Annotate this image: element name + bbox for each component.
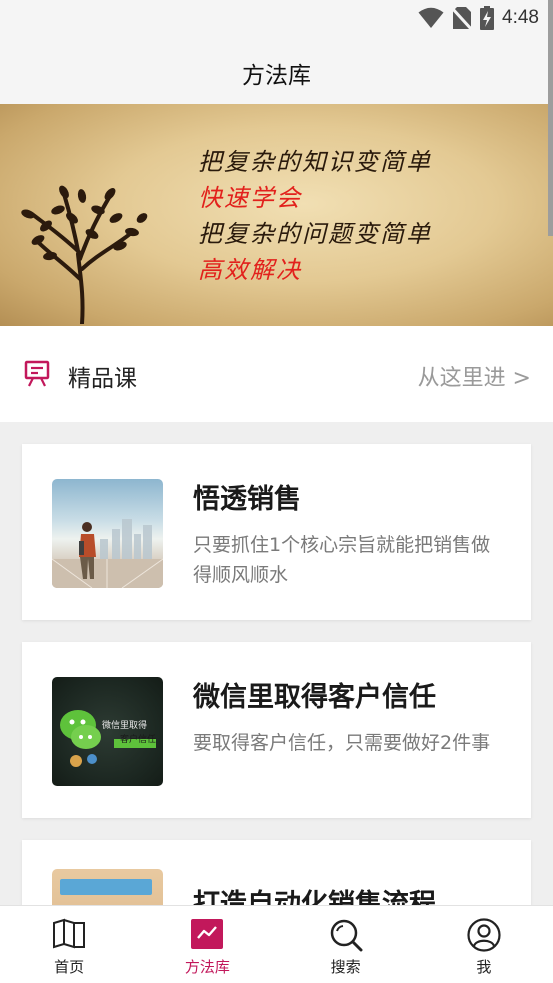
nav-method-library[interactable]: 方法库 xyxy=(138,906,276,983)
presentation-board-icon xyxy=(24,360,50,387)
businessman-city-thumbnail xyxy=(52,479,163,588)
thumb-caption-1: 微信里取得 xyxy=(102,721,148,731)
nav-label: 首页 xyxy=(54,958,85,976)
enter-link[interactable]: 从这里进 > xyxy=(418,360,531,392)
nav-label: 方法库 xyxy=(184,958,230,976)
thumb-caption-2: 客户信任 xyxy=(120,735,157,745)
no-sim-icon xyxy=(452,6,473,30)
wifi-icon xyxy=(418,7,444,28)
status-icons: 4:48 xyxy=(418,6,539,30)
banner-slogan: 把复杂的知识变简单 快速学会 把复杂的问题变简单 高效解决 xyxy=(198,144,432,288)
banner-line-3: 把复杂的问题变简单 xyxy=(198,220,432,248)
battery-charging-icon xyxy=(480,6,495,30)
nav-home[interactable]: 首页 xyxy=(0,906,138,983)
premium-course-section[interactable]: 精品课 从这里进 > xyxy=(0,326,553,422)
course-card[interactable]: 悟透销售 只要抓住1个核心宗旨就能把销售做得顺风顺水 xyxy=(22,444,531,620)
banner-line-4: 高效解决 xyxy=(198,256,302,284)
nav-search[interactable]: 搜索 xyxy=(277,906,415,983)
nav-label: 搜索 xyxy=(330,958,361,976)
banner[interactable]: 把复杂的知识变简单 快速学会 把复杂的问题变简单 高效解决 xyxy=(0,104,553,326)
course-card[interactable]: 微信里取得 客户信任 微信里取得客户信任 要取得客户信任，只需要做好2件事 xyxy=(22,642,531,818)
app-header: 方法库 xyxy=(0,38,553,104)
status-time: 4:48 xyxy=(502,7,539,28)
card-description: 要取得客户信任，只需要做好2件事 xyxy=(193,732,491,754)
book-icon xyxy=(53,918,86,949)
user-icon xyxy=(467,918,501,952)
scrollbar[interactable] xyxy=(548,0,553,236)
section-title: 精品课 xyxy=(68,366,137,392)
bottom-nav: 首页 方法库 搜索 我 xyxy=(0,905,553,983)
page-title: 方法库 xyxy=(242,63,311,89)
card-title: 微信里取得客户信任 xyxy=(193,682,436,713)
banner-line-1: 把复杂的知识变简单 xyxy=(198,148,432,176)
card-description: 只要抓住1个核心宗旨就能把销售做得顺风顺水 xyxy=(193,534,491,586)
nav-label: 我 xyxy=(476,958,492,976)
wechat-trust-thumbnail: 微信里取得 客户信任 xyxy=(52,677,163,786)
chart-line-icon xyxy=(191,919,224,949)
nav-me[interactable]: 我 xyxy=(415,906,553,983)
tree-illustration xyxy=(21,185,148,324)
card-title: 悟透销售 xyxy=(193,484,301,515)
status-bar: 4:48 xyxy=(0,0,553,38)
banner-line-2: 快速学会 xyxy=(198,184,302,212)
search-icon xyxy=(330,919,363,952)
